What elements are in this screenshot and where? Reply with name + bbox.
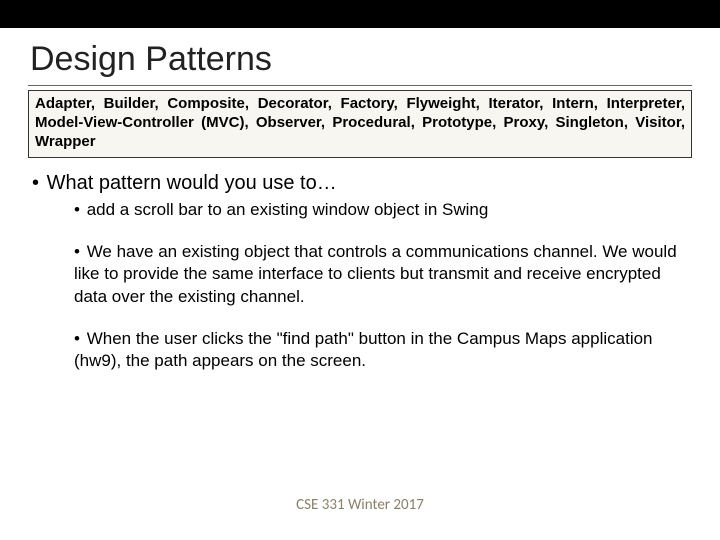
main-question: What pattern would you use to… [32, 172, 692, 195]
main-question-text: What pattern would you use to… [47, 172, 337, 194]
sub-item-2: We have an existing object that controls… [74, 241, 692, 307]
patterns-box: Adapter, Builder, Composite, Decorator, … [28, 90, 692, 158]
slide-title: Design Patterns [28, 40, 692, 79]
title-underline [28, 85, 692, 86]
sub-bullet-list: add a scroll bar to an existing window o… [74, 199, 692, 372]
sub-item-1: add a scroll bar to an existing window o… [74, 199, 692, 221]
top-bar [0, 0, 720, 28]
sub-item-3: When the user clicks the "find path" but… [74, 328, 692, 372]
slide-content: Design Patterns Adapter, Builder, Compos… [0, 28, 720, 372]
sub-item-3-text: When the user clicks the "find path" but… [74, 329, 653, 370]
sub-item-2-text: We have an existing object that controls… [74, 242, 677, 305]
footer: CSE 331 Winter 2017 [0, 496, 720, 514]
patterns-list-text: Adapter, Builder, Composite, Decorator, … [35, 95, 685, 151]
sub-item-1-text: add a scroll bar to an existing window o… [87, 200, 489, 219]
